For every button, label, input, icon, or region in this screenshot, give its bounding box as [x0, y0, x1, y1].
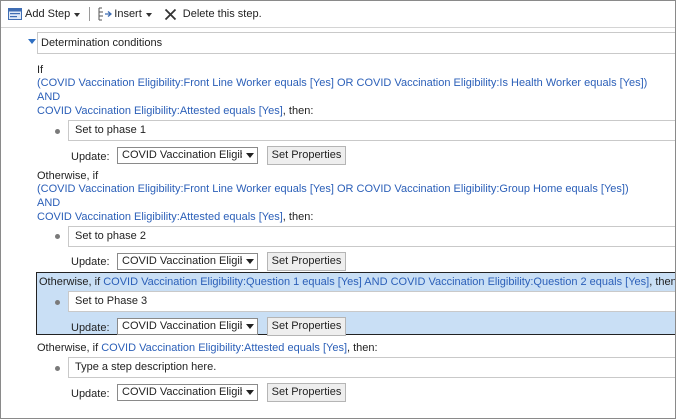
chevron-down-icon: [246, 324, 254, 329]
step-description: Set to phase 2: [75, 230, 146, 242]
condition-link[interactable]: COVID Vaccination Eligibility:Attested e…: [101, 342, 347, 354]
condition-suffix: , then:: [282, 211, 314, 223]
section-title: Determination conditions: [41, 37, 163, 49]
update-entity-select[interactable]: COVID Vaccination Eligibility: [117, 147, 258, 164]
toolbar-divider: [89, 7, 91, 21]
step-description-field[interactable]: Type a step description here.: [68, 357, 675, 378]
condition-suffix: , then:: [347, 342, 378, 354]
set-properties-button[interactable]: Set Properties: [267, 317, 346, 336]
set-properties-button[interactable]: Set Properties: [267, 146, 346, 165]
close-icon: [164, 8, 176, 20]
section-title-field[interactable]: Determination conditions: [37, 32, 675, 54]
update-entity-value: COVID Vaccination Eligibility: [122, 320, 242, 332]
condition-link[interactable]: COVID Vaccination Eligibility:Attested e…: [37, 105, 283, 117]
update-label: Update:: [71, 151, 110, 163]
set-properties-button[interactable]: Set Properties: [267, 383, 346, 402]
step-bullet: [55, 129, 60, 134]
step-description-field[interactable]: Set to Phase 3: [68, 291, 675, 312]
condition-link[interactable]: (COVID Vaccination Eligibility:Front Lin…: [37, 183, 629, 196]
condition-line: Otherwise, if COVID Vaccination Eligibil…: [37, 342, 378, 355]
update-entity-select[interactable]: COVID Vaccination Eligibility: [117, 253, 258, 270]
update-entity-value: COVID Vaccination Eligibility: [122, 386, 242, 398]
chevron-down-icon: [246, 259, 254, 264]
condition-prefix: If: [37, 64, 44, 76]
chevron-down-icon: [246, 390, 254, 395]
condition-link[interactable]: (COVID Vaccination Eligibility:Front Lin…: [37, 77, 647, 90]
step-description-placeholder: Type a step description here.: [75, 361, 217, 373]
condition-link[interactable]: COVID Vaccination Eligibility:Question 1…: [103, 276, 649, 288]
step-description-field[interactable]: Set to phase 1: [68, 120, 675, 141]
delete-step-label: Delete this step.: [182, 8, 262, 20]
chevron-down-icon: [145, 12, 152, 17]
step-bullet: [55, 234, 60, 239]
step-bullet: [55, 300, 60, 305]
condition-operator[interactable]: AND: [37, 197, 60, 210]
update-label: Update:: [71, 256, 110, 268]
condition-suffix: , then:: [649, 276, 675, 288]
step-list: Determination conditions If (COVID Vacci…: [1, 28, 675, 418]
update-entity-select[interactable]: COVID Vaccination Eligibility: [117, 384, 258, 401]
collapse-icon[interactable]: [28, 39, 36, 44]
condition-suffix: , then:: [282, 105, 314, 117]
update-entity-value: COVID Vaccination Eligibility: [122, 149, 242, 161]
set-properties-button[interactable]: Set Properties: [267, 252, 346, 271]
insert-icon: [98, 7, 113, 21]
step-bullet: [55, 366, 60, 371]
add-step-icon: [8, 8, 22, 20]
insert-label: Insert: [114, 8, 142, 20]
workflow-designer: Add Step Insert Delete this step. Determ…: [0, 0, 676, 419]
condition-link[interactable]: COVID Vaccination Eligibility:Attested e…: [37, 211, 283, 223]
update-label: Update:: [71, 388, 110, 400]
add-step-button[interactable]: Add Step: [5, 4, 83, 24]
update-entity-value: COVID Vaccination Eligibility: [122, 255, 242, 267]
update-label: Update:: [71, 322, 110, 334]
update-entity-select[interactable]: COVID Vaccination Eligibility: [117, 318, 258, 335]
insert-button[interactable]: Insert: [95, 4, 155, 24]
chevron-down-icon: [74, 12, 81, 17]
condition-line: COVID Vaccination Eligibility:Attested e…: [37, 211, 313, 224]
step-description-field[interactable]: Set to phase 2: [68, 226, 675, 247]
condition-operator[interactable]: AND: [37, 91, 60, 104]
chevron-down-icon: [246, 153, 254, 158]
toolbar: Add Step Insert Delete this step.: [1, 1, 675, 28]
condition-line: Otherwise, if COVID Vaccination Eligibil…: [39, 276, 675, 289]
delete-step-button[interactable]: Delete this step.: [161, 4, 265, 24]
step-description: Set to phase 1: [75, 124, 146, 136]
step-description: Set to Phase 3: [75, 295, 148, 307]
condition-line: COVID Vaccination Eligibility:Attested e…: [37, 105, 313, 118]
condition-prefix: Otherwise, if: [37, 170, 99, 182]
add-step-label: Add Step: [25, 8, 71, 20]
condition-prefix: Otherwise, if: [39, 276, 101, 288]
condition-prefix: Otherwise, if: [37, 342, 99, 354]
